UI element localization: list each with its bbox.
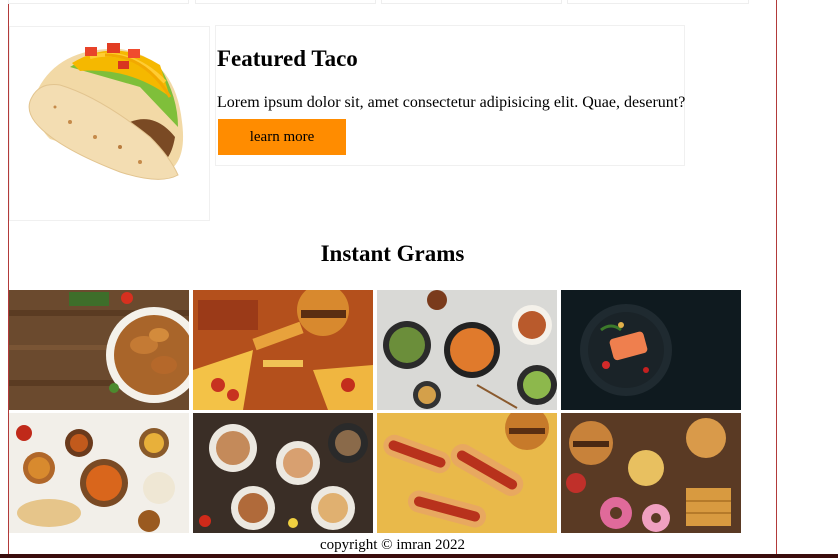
featured-title: Featured Taco — [217, 46, 358, 71]
gallery-image-hot-dogs[interactable] — [377, 413, 557, 533]
featured-image — [9, 26, 210, 221]
gallery-image-fast-food[interactable] — [193, 290, 373, 410]
learn-more-button[interactable]: learn more — [218, 119, 346, 155]
featured-description: Lorem ipsum dolor sit, amet consectetur … — [217, 94, 686, 111]
gallery-image-salmon[interactable] — [561, 290, 741, 410]
featured-card: Featured Taco Lorem ipsum dolor sit, ame… — [215, 25, 685, 166]
top-card — [567, 0, 749, 4]
top-card-row — [8, 0, 749, 6]
gallery-image-grilled-chicken[interactable] — [9, 290, 189, 410]
gallery-image-seafood-spread[interactable] — [193, 413, 373, 533]
footer-copyright: copyright © imran 2022 — [319, 537, 466, 553]
gallery-title: Instant Grams — [320, 241, 465, 266]
gallery-image-junk-food[interactable] — [561, 413, 741, 533]
gallery-image-indian-curries[interactable] — [9, 413, 189, 533]
taco-image — [28, 43, 184, 180]
gallery-image-asian-dishes[interactable] — [377, 290, 557, 410]
top-card — [195, 0, 376, 4]
top-card — [381, 0, 562, 4]
bottom-border — [0, 554, 838, 558]
top-card — [8, 0, 189, 4]
